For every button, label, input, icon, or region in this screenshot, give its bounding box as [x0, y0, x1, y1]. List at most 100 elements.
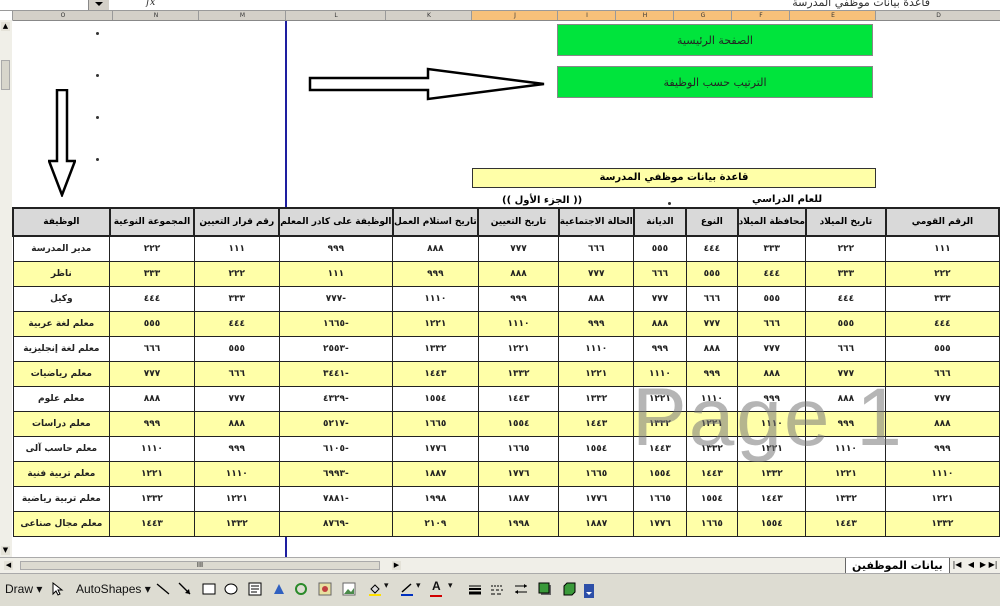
cell-appointment-decision[interactable]: ٤٤٤	[193, 311, 280, 337]
cell-birth-governorate[interactable]: ٧٧٧	[737, 336, 807, 362]
cell-marital-status[interactable]: ١٦٦٥	[558, 461, 635, 487]
sort-by-job-button[interactable]: الترتيب حسب الوظيفة	[557, 66, 873, 98]
header-gender[interactable]: النوع	[685, 207, 739, 237]
column-header-J[interactable]: J	[471, 11, 558, 20]
line-color-icon[interactable]	[400, 582, 414, 596]
cell-marital-status[interactable]: ١٥٥٤	[558, 436, 635, 462]
cell-national-id[interactable]: ٥٥٥	[885, 336, 1000, 362]
scroll-up-icon[interactable]: ▲	[1, 22, 10, 31]
header-job[interactable]: الوظيفة	[12, 207, 111, 237]
cell-appointment-decision[interactable]: ٦٦٦	[193, 361, 280, 387]
name-box-dropdown-button[interactable]	[88, 0, 109, 10]
cell-job[interactable]: معلم رياضيات	[12, 361, 111, 387]
column-header-D[interactable]: D	[875, 11, 1000, 20]
cell-religion[interactable]: ١٦٦٥	[633, 486, 687, 512]
header-marital-status[interactable]: الحالة الاجتماعية	[557, 207, 635, 237]
cell-appointment-date[interactable]: ١٧٧٦	[477, 461, 560, 487]
cell-appointment-decision[interactable]: ٣٣٣	[193, 286, 280, 312]
cell-marital-status[interactable]: ٦٦٦	[558, 235, 635, 262]
line-style-icon[interactable]	[468, 582, 482, 596]
cell-teacher-cadre-job[interactable]: ٦٩٩٣-	[278, 461, 394, 487]
header-appointment-decision[interactable]: رقم قرار التعيين	[193, 207, 281, 237]
cell-job[interactable]: وكيل	[12, 286, 111, 312]
cell-marital-status[interactable]: ٩٩٩	[558, 311, 635, 337]
cell-appointment-decision[interactable]: ٧٧٧	[193, 386, 280, 412]
column-header-F[interactable]: F	[731, 11, 790, 20]
cell-work-start-date[interactable]: ٢١٠٩	[392, 511, 479, 537]
column-header-G[interactable]: G	[673, 11, 732, 20]
cell-appointment-date[interactable]: ١١١٠	[477, 311, 560, 337]
tab-next-icon[interactable]: ▶	[978, 560, 988, 569]
cell-religion[interactable]: ٩٩٩	[633, 336, 687, 362]
header-appointment-date[interactable]: تاريخ التعيين	[477, 207, 560, 237]
horizontal-scrollbar[interactable]: ◀ III ▶	[0, 558, 410, 574]
cell-appointment-date[interactable]: ٩٩٩	[477, 286, 560, 312]
arrow-style-icon[interactable]	[514, 582, 528, 596]
cell-work-start-date[interactable]: ١٥٥٤	[392, 386, 479, 412]
text-box-icon[interactable]	[248, 582, 262, 596]
cell-work-start-date[interactable]: ١٩٩٨	[392, 486, 479, 512]
clipart-icon[interactable]	[318, 582, 332, 596]
cell-marital-status[interactable]: ١٣٣٢	[558, 386, 635, 412]
cell-qualitative-group[interactable]: ١٤٤٣	[109, 511, 195, 537]
autoshapes-menu[interactable]: AutoShapes ▾	[76, 582, 151, 596]
wordart-icon[interactable]	[272, 582, 286, 596]
cell-job[interactable]: معلم علوم	[12, 386, 111, 412]
cell-birth-date[interactable]: ٥٥٥	[805, 311, 887, 337]
cell-marital-status[interactable]: ١٧٧٦	[558, 486, 635, 512]
cell-job[interactable]: معلم حاسب آلى	[12, 436, 111, 462]
cell-marital-status[interactable]: ١٢٢١	[558, 361, 635, 387]
cell-qualitative-group[interactable]: ٣٣٣	[109, 261, 195, 287]
column-header-L[interactable]: L	[285, 11, 386, 20]
cell-job[interactable]: معلم لغة إنجليزية	[12, 336, 111, 362]
cell-teacher-cadre-job[interactable]: ٧٨٨١-	[278, 486, 394, 512]
fill-color-icon[interactable]	[368, 582, 382, 596]
cell-qualitative-group[interactable]: ١٢٢١	[109, 461, 195, 487]
arrow-icon[interactable]	[178, 582, 192, 596]
cell-work-start-date[interactable]: ١٧٧٦	[392, 436, 479, 462]
cell-appointment-decision[interactable]: ٩٩٩	[193, 436, 280, 462]
cell-appointment-date[interactable]: ١٣٣٢	[477, 361, 560, 387]
header-work-start-date[interactable]: تاريخ استلام العمل	[391, 207, 480, 237]
column-header-N[interactable]: N	[112, 11, 199, 20]
cell-appointment-date[interactable]: ١٥٥٤	[477, 411, 560, 437]
header-religion[interactable]: الديانة	[632, 207, 688, 237]
scroll-right-icon[interactable]: ▶	[392, 561, 401, 570]
cell-teacher-cadre-job[interactable]: ٣٤٤١-	[278, 361, 394, 387]
column-header-H[interactable]: H	[615, 11, 674, 20]
cell-qualitative-group[interactable]: ٥٥٥	[109, 311, 195, 337]
fx-icon[interactable]: fx	[146, 0, 155, 8]
cell-gender[interactable]: ٦٦٦	[685, 286, 739, 312]
cell-appointment-date[interactable]: ١٦٦٥	[477, 436, 560, 462]
toolbar-options-icon[interactable]	[584, 584, 594, 598]
cell-appointment-date[interactable]: ١٨٨٧	[477, 486, 560, 512]
cell-teacher-cadre-job[interactable]: ١٦٦٥-	[278, 311, 394, 337]
cell-qualitative-group[interactable]: ٧٧٧	[109, 361, 195, 387]
cell-work-start-date[interactable]: ١٣٣٢	[392, 336, 479, 362]
formula-content[interactable]: قاعدة بيانات موظفي المدرسة	[792, 0, 930, 9]
draw-menu[interactable]: Draw ▾	[5, 582, 42, 596]
cell-appointment-decision[interactable]: ١٢٢١	[193, 486, 280, 512]
cell-national-id[interactable]: ٣٣٣	[885, 286, 1000, 312]
tab-first-icon[interactable]: |◀	[952, 560, 962, 569]
cell-gender[interactable]: ٨٨٨	[685, 336, 739, 362]
cell-teacher-cadre-job[interactable]: ٤٣٢٩-	[278, 386, 394, 412]
cell-gender[interactable]: ٤٤٤	[685, 235, 739, 262]
cell-qualitative-group[interactable]: ١٣٣٢	[109, 486, 195, 512]
cell-religion[interactable]: ١٧٧٦	[633, 511, 687, 537]
cell-birth-governorate[interactable]: ٤٤٤	[737, 261, 807, 287]
cell-religion[interactable]: ٨٨٨	[633, 311, 687, 337]
select-objects-icon[interactable]	[50, 582, 64, 596]
cell-national-id[interactable]: ١٣٣٢	[885, 511, 1000, 537]
cell-religion[interactable]: ٥٥٥	[633, 235, 687, 262]
font-color-icon[interactable]: A	[432, 579, 441, 593]
cell-religion[interactable]: ٦٦٦	[633, 261, 687, 287]
column-header-M[interactable]: M	[198, 11, 286, 20]
column-header-I[interactable]: I	[557, 11, 616, 20]
cell-teacher-cadre-job[interactable]: ٩٩٩	[278, 235, 394, 262]
cell-marital-status[interactable]: ١٨٨٧	[558, 511, 635, 537]
diagram-icon[interactable]	[294, 582, 308, 596]
cell-birth-date[interactable]: ١٢٢١	[805, 461, 887, 487]
cell-teacher-cadre-job[interactable]: ٧٧٧-	[278, 286, 394, 312]
line-icon[interactable]	[156, 582, 170, 596]
